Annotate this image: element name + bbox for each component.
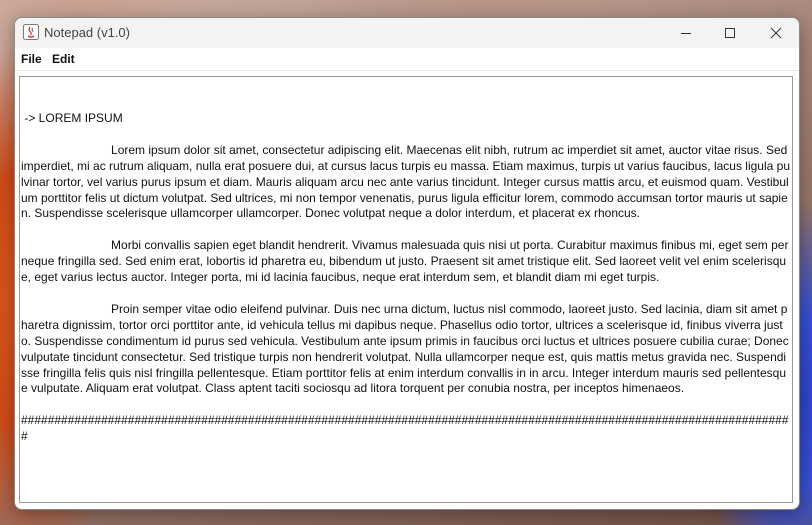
menu-edit[interactable]: Edit: [52, 52, 75, 66]
editor-content: -> LOREM IPSUM Lorem ipsum dolor sit ame…: [21, 111, 790, 444]
maximize-button[interactable]: [707, 18, 753, 48]
minimize-button[interactable]: [663, 18, 709, 48]
text-editor[interactable]: -> LOREM IPSUM Lorem ipsum dolor sit ame…: [19, 76, 793, 503]
minimize-icon: [681, 33, 691, 34]
menu-file[interactable]: File: [21, 52, 42, 66]
notepad-window: Notepad (v1.0) File Edit -> LOREM IPSUM: [14, 17, 800, 510]
maximize-icon: [725, 28, 735, 38]
close-icon: [770, 27, 782, 39]
title-bar[interactable]: Notepad (v1.0): [15, 18, 799, 48]
menu-bar: File Edit: [15, 48, 799, 71]
java-app-icon: [23, 24, 39, 40]
window-title: Notepad (v1.0): [44, 25, 130, 40]
close-button[interactable]: [753, 18, 799, 48]
